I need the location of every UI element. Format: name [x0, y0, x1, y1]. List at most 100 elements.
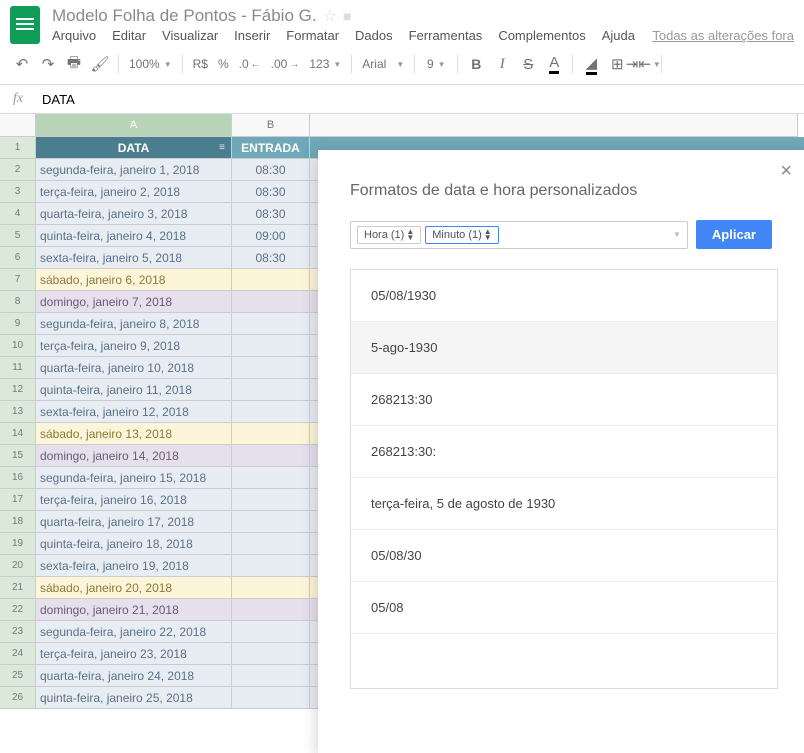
cell-date[interactable]: quarta-feira, janeiro 17, 2018 [36, 511, 232, 533]
sheets-logo[interactable] [10, 6, 40, 44]
menu-ferramentas[interactable]: Ferramentas [409, 28, 483, 43]
minute-chip[interactable]: Minuto (1)▲▼ [425, 226, 498, 244]
italic-button[interactable]: I [490, 52, 514, 76]
row-header[interactable]: 14 [0, 423, 36, 445]
format-option[interactable]: 05/08 [351, 582, 777, 634]
row-header[interactable]: 21 [0, 577, 36, 599]
format-option[interactable]: 05/08/1930 [351, 270, 777, 322]
cell-entrada[interactable] [232, 621, 310, 643]
row-header[interactable]: 5 [0, 225, 36, 247]
cell-date[interactable]: terça-feira, janeiro 23, 2018 [36, 643, 232, 665]
cell-date[interactable]: quarta-feira, janeiro 3, 2018 [36, 203, 232, 225]
format-option[interactable]: 268213:30 [351, 374, 777, 426]
row-header[interactable]: 18 [0, 511, 36, 533]
cell-date[interactable]: quarta-feira, janeiro 24, 2018 [36, 665, 232, 687]
format-option[interactable]: 268213:30: [351, 426, 777, 478]
row-header[interactable]: 3 [0, 181, 36, 203]
currency-button[interactable]: R$ [189, 57, 212, 71]
cell-date[interactable]: segunda-feira, janeiro 1, 2018 [36, 159, 232, 181]
row-header[interactable]: 11 [0, 357, 36, 379]
strikethrough-button[interactable]: S [516, 52, 540, 76]
cell-entrada[interactable] [232, 643, 310, 665]
row-header[interactable]: 7 [0, 269, 36, 291]
row-header[interactable]: 2 [0, 159, 36, 181]
doc-title[interactable]: Modelo Folha de Pontos - Fábio G. [52, 6, 317, 26]
row-header[interactable]: 10 [0, 335, 36, 357]
menu-inserir[interactable]: Inserir [234, 28, 270, 43]
increase-decimal-button[interactable]: .00→ [267, 57, 304, 71]
cell-date[interactable]: sexta-feira, janeiro 12, 2018 [36, 401, 232, 423]
cell-date[interactable]: segunda-feira, janeiro 22, 2018 [36, 621, 232, 643]
fill-color-button[interactable]: ◢ [579, 52, 603, 76]
col-header-b[interactable]: B [232, 114, 310, 137]
cell-date[interactable]: quinta-feira, janeiro 25, 2018 [36, 687, 232, 709]
cell-entrada[interactable] [232, 401, 310, 423]
row-header[interactable]: 15 [0, 445, 36, 467]
cell-date[interactable]: quinta-feira, janeiro 18, 2018 [36, 533, 232, 555]
cell-entrada[interactable] [232, 357, 310, 379]
format-list[interactable]: 05/08/19305-ago-1930268213:30268213:30:t… [350, 269, 778, 689]
row-header[interactable]: 16 [0, 467, 36, 489]
filter-icon[interactable]: ≡ [219, 142, 225, 153]
row-header[interactable]: 17 [0, 489, 36, 511]
cell-date[interactable]: quinta-feira, janeiro 11, 2018 [36, 379, 232, 401]
cell-date[interactable]: sexta-feira, janeiro 5, 2018 [36, 247, 232, 269]
row-header[interactable]: 20 [0, 555, 36, 577]
changes-link[interactable]: Todas as alterações fora [652, 28, 794, 43]
paint-format-icon[interactable]: 🖌 [88, 52, 112, 76]
redo-icon[interactable]: ↷ [36, 52, 60, 76]
format-option[interactable]: 5-ago-1930 [351, 322, 777, 374]
row-header[interactable]: 13 [0, 401, 36, 423]
cell-entrada[interactable]: 08:30 [232, 247, 310, 269]
cell-date[interactable]: quinta-feira, janeiro 4, 2018 [36, 225, 232, 247]
cell-entrada[interactable] [232, 665, 310, 687]
cell-date[interactable]: terça-feira, janeiro 2, 2018 [36, 181, 232, 203]
cell-entrada[interactable]: 08:30 [232, 181, 310, 203]
select-all-corner[interactable] [0, 114, 36, 137]
format-option[interactable]: terça-feira, 5 de agosto de 1930 [351, 478, 777, 530]
cell-entrada[interactable] [232, 577, 310, 599]
cell-date[interactable]: domingo, janeiro 21, 2018 [36, 599, 232, 621]
header-cell-data[interactable]: DATA≡ [36, 137, 232, 159]
cell-date[interactable]: sábado, janeiro 13, 2018 [36, 423, 232, 445]
cell-date[interactable]: sábado, janeiro 6, 2018 [36, 269, 232, 291]
cell-date[interactable]: terça-feira, janeiro 16, 2018 [36, 489, 232, 511]
cell-entrada[interactable] [232, 555, 310, 577]
cell-entrada[interactable] [232, 335, 310, 357]
format-input[interactable]: Hora (1)▲▼ Minuto (1)▲▼ ▼ [350, 221, 688, 249]
menu-dados[interactable]: Dados [355, 28, 393, 43]
number-format-select[interactable]: 123▼ [305, 57, 345, 71]
formula-input[interactable] [36, 86, 804, 113]
row-header[interactable]: 22 [0, 599, 36, 621]
format-option[interactable]: 05/08/30 [351, 530, 777, 582]
menu-ajuda[interactable]: Ajuda [602, 28, 635, 43]
menu-visualizar[interactable]: Visualizar [162, 28, 218, 43]
row-header[interactable]: 24 [0, 643, 36, 665]
font-select[interactable]: Arial▼ [358, 57, 408, 71]
cell-entrada[interactable] [232, 533, 310, 555]
col-header-a[interactable]: A [36, 114, 232, 137]
cell-date[interactable]: domingo, janeiro 7, 2018 [36, 291, 232, 313]
col-header-rest[interactable] [310, 114, 798, 137]
text-color-button[interactable]: A [542, 52, 566, 76]
row-header[interactable]: 12 [0, 379, 36, 401]
undo-icon[interactable]: ↶ [10, 52, 34, 76]
apply-button[interactable]: Aplicar [696, 220, 772, 249]
cell-date[interactable]: quarta-feira, janeiro 10, 2018 [36, 357, 232, 379]
decrease-decimal-button[interactable]: .0← [235, 57, 265, 71]
percent-button[interactable]: % [214, 57, 233, 71]
cell-entrada[interactable] [232, 489, 310, 511]
close-icon[interactable]: × [780, 160, 792, 183]
row-header[interactable]: 4 [0, 203, 36, 225]
row-header[interactable]: 9 [0, 313, 36, 335]
cell-entrada[interactable] [232, 467, 310, 489]
cell-entrada[interactable] [232, 291, 310, 313]
cell-date[interactable]: sexta-feira, janeiro 19, 2018 [36, 555, 232, 577]
cell-date[interactable]: sábado, janeiro 20, 2018 [36, 577, 232, 599]
cell-entrada[interactable] [232, 511, 310, 533]
merge-button[interactable]: ⇥⇤▼ [631, 52, 655, 76]
folder-icon[interactable]: ■ [343, 8, 351, 24]
cell-date[interactable]: domingo, janeiro 14, 2018 [36, 445, 232, 467]
cell-entrada[interactable] [232, 423, 310, 445]
print-icon[interactable]: 🖶 [62, 52, 86, 76]
